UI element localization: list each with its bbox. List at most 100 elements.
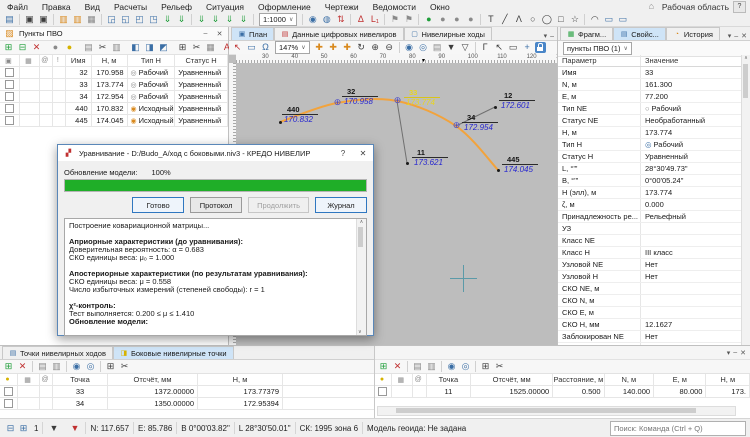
point-dot-icon[interactable]	[406, 162, 409, 165]
point-label[interactable]: 34172.954	[462, 114, 498, 132]
property-row[interactable]: СКО NE, м	[558, 283, 742, 295]
scroll-down-icon[interactable]: ∨	[358, 329, 362, 335]
dialog-button-3[interactable]: Журнал	[315, 197, 367, 213]
new-document-icon[interactable]: ▤	[3, 14, 16, 26]
paste-icon[interactable]: ▥	[110, 42, 123, 54]
rotate-view-icon[interactable]: ↻	[355, 42, 368, 54]
adjustment-icon[interactable]: Δ	[354, 14, 367, 26]
checkbox[interactable]	[5, 104, 14, 113]
image-icon[interactable]: ▭	[602, 14, 615, 26]
ellipse-tool-icon[interactable]: ○	[526, 14, 539, 26]
tab-0[interactable]: ▦Фрагм...	[560, 27, 613, 40]
point-green-icon[interactable]: ●	[422, 14, 435, 26]
property-row[interactable]: H, м173.774	[558, 127, 742, 139]
checkbox[interactable]	[5, 116, 14, 125]
export-xml-icon[interactable]: ⇓	[195, 14, 208, 26]
pan-mode-icon[interactable]: ↖	[231, 42, 244, 54]
close-icon[interactable]: ✕	[214, 28, 225, 39]
point-label[interactable]: 11173.621	[412, 149, 448, 167]
delete-row-icon[interactable]: ✕	[391, 361, 404, 373]
property-row[interactable]: Имя33	[558, 67, 742, 79]
menu-item-8[interactable]: Ведомости	[366, 0, 423, 13]
horizontal-scrollbar[interactable]	[377, 406, 736, 416]
lasso-select-icon[interactable]: Ω	[259, 42, 272, 54]
home-icon[interactable]: ⌂	[645, 1, 658, 13]
image-alt-icon[interactable]: ▭	[616, 14, 629, 26]
minimize-icon[interactable]: –	[733, 349, 737, 356]
property-row[interactable]: УЗ	[558, 223, 742, 235]
property-row[interactable]: Заблокирован NEНет	[558, 331, 742, 343]
menu-item-7[interactable]: Чертежи	[318, 0, 366, 13]
rect-select-icon[interactable]: ▭	[245, 42, 258, 54]
select-cell[interactable]	[0, 398, 18, 409]
point-label[interactable]: 445174.045	[502, 156, 538, 174]
flag-icon[interactable]: ⚑	[388, 14, 401, 26]
menu-item-4[interactable]: Рельеф	[154, 0, 199, 13]
property-row[interactable]: Статус HУравненный	[558, 151, 742, 163]
filter-layers-icon[interactable]: ▼	[68, 422, 81, 434]
export-mif-icon[interactable]: ⇓	[223, 14, 236, 26]
tab-1[interactable]: ▤Данные цифровых нивелиров	[274, 27, 403, 40]
ortho-icon[interactable]: Г	[479, 42, 492, 54]
table-row[interactable]: 34172.954◎РабочийУравненный	[0, 91, 228, 103]
point-gray2-icon[interactable]: ●	[450, 14, 463, 26]
dialog-button-0[interactable]: Готово	[132, 197, 184, 213]
insert-row-icon[interactable]: ⊟	[16, 42, 29, 54]
select-cell[interactable]	[0, 79, 20, 90]
tab-0[interactable]: ▣План	[231, 27, 274, 40]
table-cut-icon[interactable]: ✂	[190, 42, 203, 54]
menu-item-1[interactable]: Правка	[35, 0, 78, 13]
add-row-icon[interactable]: ⊞	[2, 361, 15, 373]
window-control-icon[interactable]: ✕	[741, 32, 747, 40]
point-label[interactable]: 440170.832	[282, 106, 318, 124]
lock-icon[interactable]	[535, 42, 546, 53]
import-xml-icon[interactable]: ⇓	[161, 14, 174, 26]
table-row[interactable]: 331372.00000173.77379	[0, 386, 374, 398]
invert-selection-icon[interactable]: ◩	[157, 42, 170, 54]
property-row[interactable]: Узловой HНет	[558, 271, 742, 283]
scrollbar-thumb[interactable]	[358, 227, 363, 247]
copy-icon[interactable]: ▤	[411, 361, 424, 373]
pan-hand3-icon[interactable]: ✚	[341, 42, 354, 54]
copy-icon[interactable]: ▤	[36, 361, 49, 373]
menu-arrow-icon[interactable]: ▾	[727, 349, 731, 357]
entity-selector[interactable]: пункты ПВО (1) ∨	[563, 42, 632, 55]
log-scrollbar[interactable]: ∧ ∨	[356, 219, 366, 335]
select-cell[interactable]	[0, 386, 18, 397]
checkbox[interactable]	[5, 68, 14, 77]
checkbox[interactable]	[378, 387, 387, 396]
table-row[interactable]: 111525.000000.500140.00080.000173.	[375, 386, 750, 398]
find-next-icon[interactable]: ◎	[459, 361, 472, 373]
dialog-button-1[interactable]: Протокол	[190, 197, 242, 213]
command-search-input[interactable]	[610, 421, 746, 436]
zoom-out-window-icon[interactable]: ◎	[417, 42, 430, 54]
scroll-up-icon[interactable]: ∧	[360, 219, 364, 225]
scroll-up-icon[interactable]: ∧	[744, 55, 748, 61]
polyline-tool-icon[interactable]: Λ	[512, 14, 525, 26]
workspace-label[interactable]: Рабочая область	[662, 2, 729, 12]
property-row[interactable]: Узловой NEНет	[558, 259, 742, 271]
bulb-on-icon[interactable]: ●	[63, 42, 76, 54]
settings-icon[interactable]: ◉	[306, 14, 319, 26]
tab-1[interactable]: ▤Свойс...	[613, 27, 666, 40]
table-row[interactable]: 445174.045◉ИсходныйУравненный	[0, 115, 228, 127]
window-control-icon[interactable]: ▾	[728, 32, 732, 40]
menu-item-5[interactable]: Ситуация	[199, 0, 251, 13]
export-txt-icon[interactable]: ⇓	[237, 14, 250, 26]
filter-off-icon[interactable]: ▽	[459, 42, 472, 54]
property-row[interactable]: L, °'"28°30'49.73"	[558, 163, 742, 175]
flag-alt-icon[interactable]: ⚑	[402, 14, 415, 26]
property-row[interactable]: E, м77.200	[558, 91, 742, 103]
select-cell[interactable]	[0, 103, 20, 114]
polygon-tool-icon[interactable]: ☆	[568, 14, 581, 26]
frame-icon[interactable]: ▭	[507, 42, 520, 54]
print-icon[interactable]: ▥	[57, 14, 70, 26]
levels-icon[interactable]: ▦	[85, 14, 98, 26]
import-project-icon[interactable]: ◲	[105, 14, 118, 26]
bulb-off-icon[interactable]: ●	[49, 42, 62, 54]
point-label[interactable]: 33173.774	[404, 89, 440, 107]
adjustment-log[interactable]: Построение ковариационной матрицы... Апр…	[64, 218, 367, 336]
property-row[interactable]: СКО N, м	[558, 295, 742, 307]
pick-icon[interactable]: ↖	[493, 42, 506, 54]
l1-icon[interactable]: L₁	[368, 14, 381, 26]
